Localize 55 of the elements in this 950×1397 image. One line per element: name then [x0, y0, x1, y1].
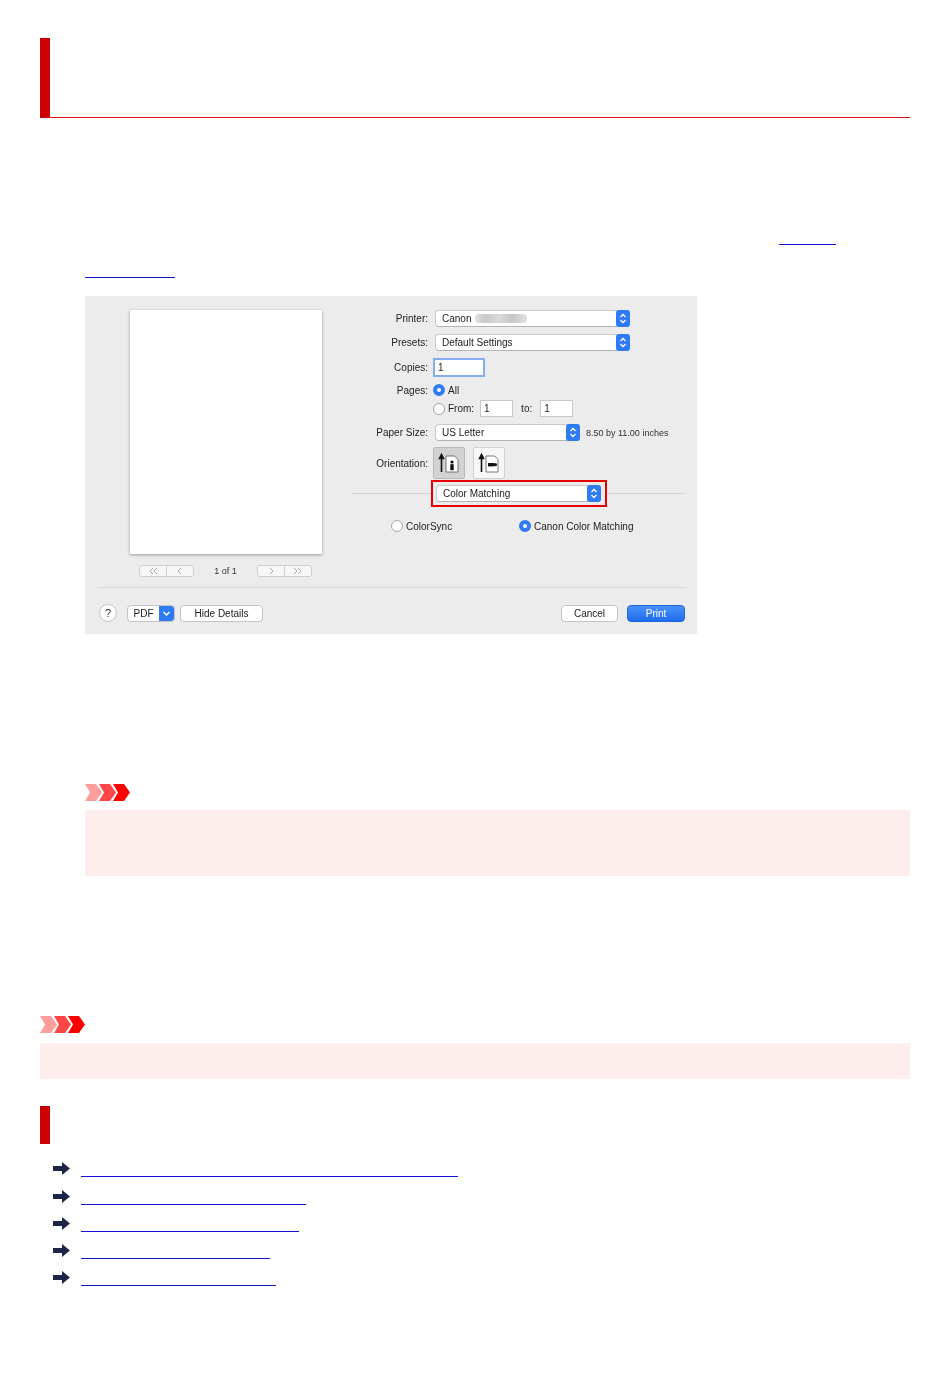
hide-details-button[interactable]: Hide Details	[180, 604, 263, 622]
orientation-button[interactable]	[433, 447, 465, 479]
help-button[interactable]: ?	[99, 604, 117, 622]
first-page-button[interactable]	[139, 565, 168, 577]
stepper-icon	[616, 334, 630, 351]
pdf-menu-button[interactable]: PDF	[127, 604, 175, 622]
radio-label: From:	[448, 403, 475, 414]
link-underline[interactable]	[81, 1176, 458, 1178]
radio-label: ColorSync	[406, 520, 453, 532]
printer-popup[interactable]: Canon	[435, 310, 630, 327]
heading-marker	[40, 1106, 50, 1144]
pages-label: Pages:	[395, 384, 428, 396]
arrow-right-icon	[53, 1162, 70, 1176]
link-underline[interactable]	[81, 1203, 306, 1205]
chevrons-icon	[40, 1016, 86, 1033]
landscape-page-icon	[478, 452, 500, 474]
double-chevron-right-icon	[292, 567, 303, 575]
radio-button[interactable]	[433, 384, 445, 396]
double-chevron-left-icon	[148, 567, 159, 575]
paper-size-label: Paper Size:	[375, 427, 428, 438]
radio-label: Canon Color Matching	[534, 520, 634, 532]
copies-label: Copies:	[393, 362, 428, 373]
radio-button[interactable]	[433, 402, 445, 415]
portrait-page-icon	[438, 452, 460, 474]
radio-label: All	[448, 384, 460, 396]
stepper-icon	[566, 424, 580, 441]
chevron-down-icon	[159, 605, 174, 621]
radio-button[interactable]	[519, 520, 531, 532]
print-button[interactable]: Print	[627, 604, 685, 622]
chevrons-icon	[85, 784, 131, 801]
link-underline[interactable]	[81, 1258, 270, 1260]
paper-dimensions: 8.50 by 11.00 inches	[586, 427, 669, 438]
cancel-button[interactable]: Cancel	[561, 604, 618, 622]
presets-label: Presets:	[390, 337, 428, 348]
link-underline[interactable]	[81, 1230, 299, 1232]
stepper-icon	[616, 310, 630, 327]
paper-size-popup[interactable]: US Letter	[435, 424, 580, 441]
presets-popup[interactable]: Default Settings	[435, 334, 630, 351]
stepper-icon	[587, 485, 601, 502]
arrow-right-icon	[53, 1216, 70, 1230]
link-underline[interactable]	[81, 1285, 276, 1287]
printer-label: Printer:	[394, 313, 428, 324]
arrow-right-icon	[53, 1189, 70, 1203]
radio-button[interactable]	[391, 520, 403, 532]
arrow-right-icon	[53, 1244, 70, 1258]
panel-popup[interactable]: Color Matching	[436, 485, 601, 502]
from-page-field[interactable]: 1	[480, 400, 514, 417]
to-page-field[interactable]: 1	[540, 400, 574, 417]
orientation-label: Orientation:	[375, 457, 428, 469]
to-label: to:	[521, 403, 533, 414]
last-page-button[interactable]	[283, 565, 312, 577]
orientation-button[interactable]	[473, 447, 505, 479]
page-counter: 1 of 1	[214, 566, 237, 576]
copies-field[interactable]: 1	[433, 358, 485, 377]
arrow-right-icon	[53, 1271, 70, 1285]
